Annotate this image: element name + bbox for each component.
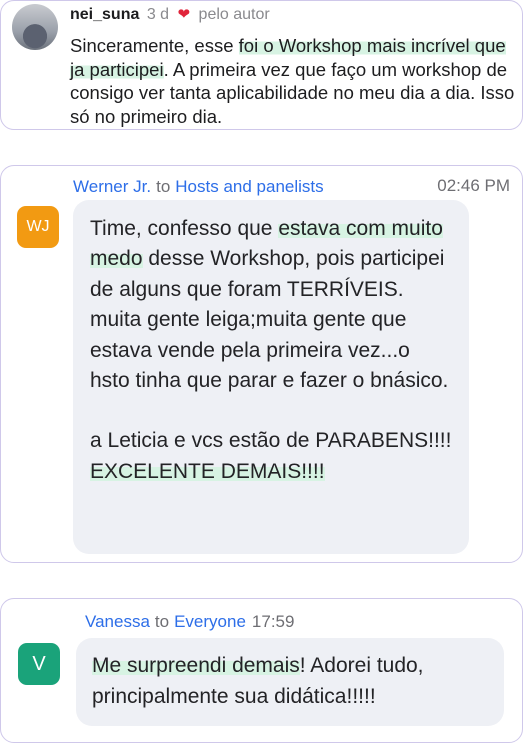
chat-message-card: Werner Jr. to Hosts and panelists 02:46 PM… bbox=[0, 165, 523, 563]
message-bubble: Me surpreendi demais! Adorei tudo, princ… bbox=[76, 638, 504, 726]
recipient-name[interactable]: Everyone bbox=[174, 612, 246, 631]
recipient-name[interactable]: Hosts and panelists bbox=[175, 177, 323, 196]
sender-avatar: WJ bbox=[17, 206, 59, 248]
comment-meta: nei_suna 3 d ❤ pelo autor bbox=[70, 5, 270, 25]
message-highlight-2: EXCELENTE DEMAIS!!!! bbox=[90, 459, 325, 483]
message-header: Werner Jr. to Hosts and panelists bbox=[73, 176, 324, 198]
user-avatar[interactable] bbox=[12, 4, 58, 50]
comment-username[interactable]: nei_suna bbox=[70, 6, 139, 23]
comment-time: 3 d bbox=[146, 6, 170, 23]
sender-name[interactable]: Vanessa bbox=[85, 612, 150, 631]
comment-card: nei_suna 3 d ❤ pelo autor Sinceramente, … bbox=[0, 0, 523, 130]
comment-text-start: Sinceramente, esse bbox=[70, 35, 239, 56]
message-paragraph: Me surpreendi demais! Adorei tudo, princ… bbox=[92, 651, 488, 712]
message-bubble: Time, confesso que estava com muito medo… bbox=[73, 200, 469, 554]
liked-by-label: pelo autor bbox=[198, 6, 270, 23]
sender-name[interactable]: Werner Jr. bbox=[73, 177, 151, 196]
message-time: 17:59 bbox=[251, 612, 295, 631]
to-label: to bbox=[154, 612, 170, 631]
message-highlight: Me surpreendi demais bbox=[92, 654, 300, 677]
message-text-start: Time, confesso que bbox=[90, 217, 279, 240]
message-header: Vanessa to Everyone 17:59 bbox=[85, 611, 294, 633]
message-paragraph-2: a Leticia e vcs estão de PARABENS!!!! bbox=[90, 429, 452, 453]
sender-avatar: V bbox=[18, 643, 60, 685]
message-text-end: desse Workshop, pois participei de algun… bbox=[90, 247, 449, 393]
message-time: 02:46 PM bbox=[437, 176, 510, 195]
to-label: to bbox=[156, 177, 171, 196]
message-paragraph: Time, confesso que estava com muito medo… bbox=[90, 214, 453, 396]
heart-icon: ❤ bbox=[177, 6, 191, 23]
chat-message-card: Vanessa to Everyone 17:59 V Me surpreendi d… bbox=[0, 598, 523, 743]
comment-text: Sinceramente, esse foi o Workshop mais i… bbox=[70, 34, 522, 128]
